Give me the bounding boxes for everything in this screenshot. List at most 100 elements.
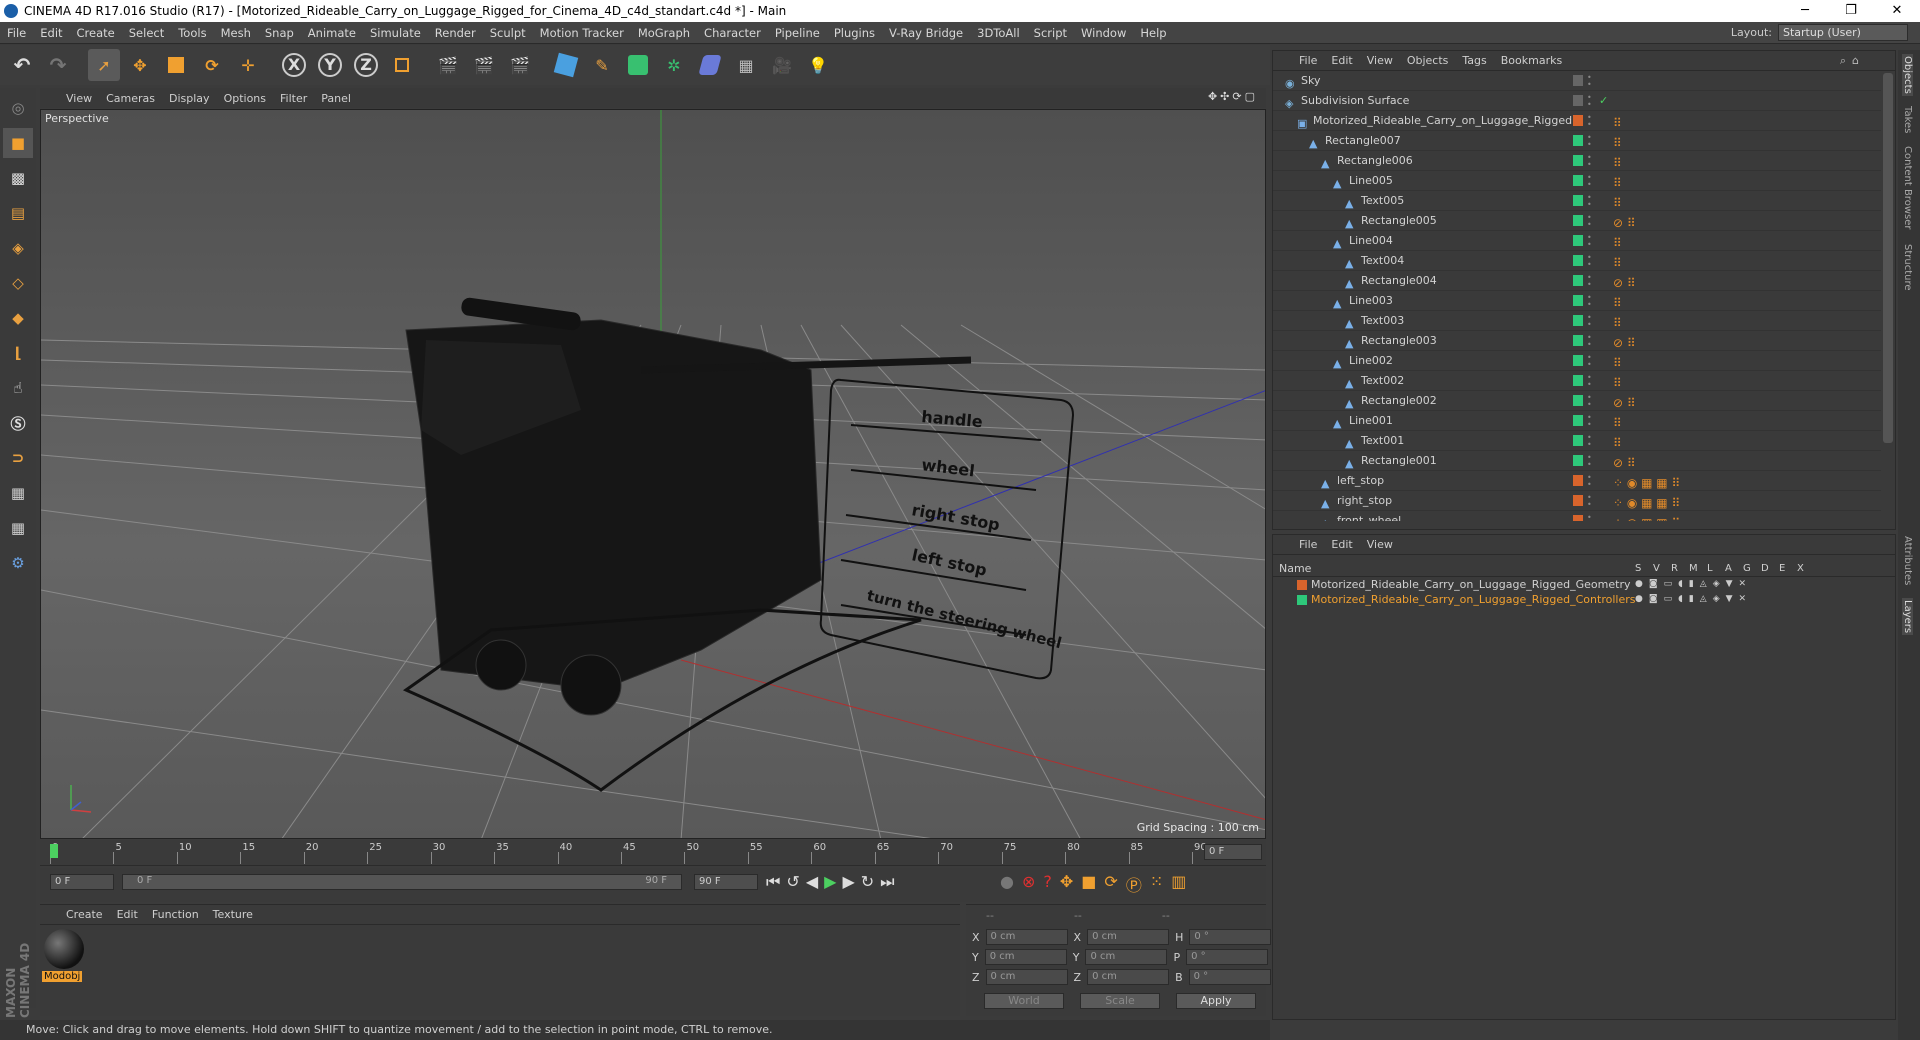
object-tags[interactable]: ⠿ [1613, 313, 1622, 333]
viewport-menu-panel[interactable]: Panel [321, 92, 351, 105]
material-menu-function[interactable]: Function [152, 908, 199, 921]
menu-help[interactable]: Help [1133, 26, 1173, 40]
side-tab-takes[interactable]: Takes [1902, 106, 1913, 133]
object-name[interactable]: Rectangle001 [1361, 451, 1437, 471]
workplane-icon[interactable]: ▦ [3, 478, 33, 508]
rotation-p-field[interactable]: 0 ° [1186, 949, 1269, 965]
object-name[interactable]: left_stop [1337, 471, 1384, 491]
menu-mograph[interactable]: MoGraph [631, 26, 697, 40]
object-row[interactable]: ▣ Motorized_Rideable_Carry_on_Luggage_Rig… [1273, 111, 1881, 131]
visibility-dots-icon[interactable]: •• [1587, 434, 1593, 449]
pen-spline-icon[interactable]: ✎ [586, 49, 618, 81]
playhead-marker[interactable] [50, 844, 58, 858]
object-name[interactable]: Rectangle002 [1361, 391, 1437, 411]
menu-select[interactable]: Select [122, 26, 171, 40]
obj-menu-objects[interactable]: Objects [1407, 54, 1449, 67]
side-tab-content-browser[interactable]: Content Browser [1902, 146, 1913, 229]
texture-mode-icon[interactable]: ▩ [3, 163, 33, 193]
layer-color-swatch[interactable] [1573, 215, 1583, 226]
layer-color-swatch[interactable] [1573, 295, 1583, 306]
timeline-window-icon[interactable]: ▥ [1171, 872, 1186, 896]
obj-manager-tools-icons[interactable]: ⌕⌂ [1840, 54, 1865, 68]
object-name[interactable]: Rectangle007 [1325, 131, 1401, 151]
object-name[interactable]: Line001 [1349, 411, 1393, 431]
object-tags[interactable]: ⠿ [1613, 413, 1622, 433]
object-visibility-toggle[interactable] [1573, 75, 1583, 86]
layer-color-swatch[interactable] [1573, 415, 1583, 426]
object-row[interactable]: ▲ Line003 ⠿ • • [1273, 291, 1881, 311]
visibility-dots-icon[interactable]: •• [1587, 334, 1593, 349]
scale-icon[interactable] [160, 49, 192, 81]
object-row[interactable]: ▲ Rectangle001 ⊘ ⠿ • • [1273, 451, 1881, 471]
object-tags[interactable]: ⠿ [1613, 113, 1622, 133]
scale-dropdown[interactable]: Scale [1080, 993, 1160, 1009]
layer-name[interactable]: Motorized_Rideable_Carry_on_Luggage_Rigg… [1311, 592, 1635, 607]
material-menu-edit[interactable]: Edit [117, 908, 138, 921]
layer-color-swatch[interactable] [1573, 255, 1583, 266]
layer-color-swatch[interactable] [1573, 515, 1583, 521]
menu-window[interactable]: Window [1074, 26, 1133, 40]
menu-mesh[interactable]: Mesh [214, 26, 258, 40]
start-frame-field[interactable]: 0 F [50, 874, 114, 890]
material-menu-texture[interactable]: Texture [213, 908, 253, 921]
object-name[interactable]: Subdivision Surface [1301, 91, 1409, 111]
material-name[interactable]: Modobj [42, 971, 83, 982]
menu-tools[interactable]: Tools [171, 26, 213, 40]
points-mode-icon[interactable]: ◈ [3, 233, 33, 263]
object-row[interactable]: ▲ right_stop ⁘ ◉ ▦ ▦ ⠿ • • [1273, 491, 1881, 511]
object-tags[interactable]: ⊘ ⠿ [1613, 393, 1636, 413]
menu-3dtoall[interactable]: 3DToAll [970, 26, 1027, 40]
layer-color-swatch[interactable] [1297, 594, 1307, 605]
visibility-dots-icon[interactable]: •• [1587, 314, 1593, 329]
size-x-field[interactable]: 0 cm [1087, 929, 1170, 945]
object-name[interactable]: Rectangle004 [1361, 271, 1437, 291]
viewport-menu-display[interactable]: Display [169, 92, 210, 105]
layer-color-swatch[interactable] [1573, 375, 1583, 386]
object-row[interactable]: ▲ Text005 ⠿ • • [1273, 191, 1881, 211]
layer-color-swatch[interactable] [1573, 355, 1583, 366]
object-name[interactable]: Sky [1301, 71, 1320, 91]
object-visibility-toggle[interactable] [1573, 95, 1583, 106]
x-axis-lock-button[interactable]: X [278, 49, 310, 81]
obj-menu-file[interactable]: File [1299, 54, 1317, 67]
visibility-dots-icon[interactable]: •• [1587, 354, 1593, 369]
object-name[interactable]: right_stop [1337, 491, 1392, 511]
viewport-menu-cameras[interactable]: Cameras [106, 92, 155, 105]
layer-row[interactable]: Motorized_Rideable_Carry_on_Luggage_Rigg… [1273, 592, 1895, 607]
visibility-dots-icon[interactable]: •• [1587, 394, 1593, 409]
object-tags[interactable]: ⠿ [1613, 293, 1622, 313]
position-key-icon[interactable]: ✥ [1060, 872, 1073, 896]
polygons-mode-icon[interactable]: ◆ [3, 303, 33, 333]
object-row[interactable]: ▲ Line005 ⠿ • • [1273, 171, 1881, 191]
recent-tool-icon[interactable]: ✛ [232, 49, 264, 81]
menu-render[interactable]: Render [428, 26, 483, 40]
object-tags[interactable]: ⊘ ⠿ [1613, 213, 1636, 233]
object-name[interactable]: Motorized_Rideable_Carry_on_Luggage_Rigg… [1313, 111, 1572, 131]
deformer-icon[interactable] [694, 49, 726, 81]
object-name[interactable]: Text001 [1361, 431, 1404, 451]
object-row[interactable]: ◈ Subdivision Surface ✓ • • [1273, 91, 1881, 111]
object-name[interactable]: Rectangle006 [1337, 151, 1413, 171]
position-x-field[interactable]: 0 cm [985, 929, 1068, 945]
perspective-viewport[interactable]: Perspective handle wheel right stop left… [40, 109, 1266, 839]
object-row[interactable]: ▲ Text004 ⠿ • • [1273, 251, 1881, 271]
apply-button[interactable]: Apply [1176, 993, 1256, 1009]
menu-sculpt[interactable]: Sculpt [483, 26, 533, 40]
visibility-dots-icon[interactable]: •• [1587, 94, 1593, 109]
floor-icon[interactable]: ▦ [730, 49, 762, 81]
render-settings-icon[interactable]: 🎬 [504, 49, 536, 81]
scale-key-icon[interactable]: ■ [1081, 872, 1096, 896]
rotation-b-field[interactable]: 0 ° [1188, 969, 1271, 985]
object-tags[interactable]: ⊘ ⠿ [1613, 333, 1636, 353]
layer-color-swatch[interactable] [1573, 195, 1583, 206]
undo-icon[interactable]: ↶ [6, 49, 38, 81]
visibility-dots-icon[interactable]: •• [1587, 414, 1593, 429]
parameter-key-icon[interactable]: Ⓟ [1126, 872, 1142, 896]
play-icon[interactable]: ▶ [824, 872, 836, 892]
object-tree-scrollbar[interactable] [1883, 73, 1893, 443]
visibility-dots-icon[interactable]: •• [1587, 114, 1593, 129]
object-tags[interactable]: ⠿ [1613, 433, 1622, 453]
rotation-key-icon[interactable]: ⟳ [1104, 872, 1117, 896]
layer-color-swatch[interactable] [1573, 115, 1583, 126]
object-row[interactable]: ▲ Rectangle004 ⊘ ⠿ • • [1273, 271, 1881, 291]
